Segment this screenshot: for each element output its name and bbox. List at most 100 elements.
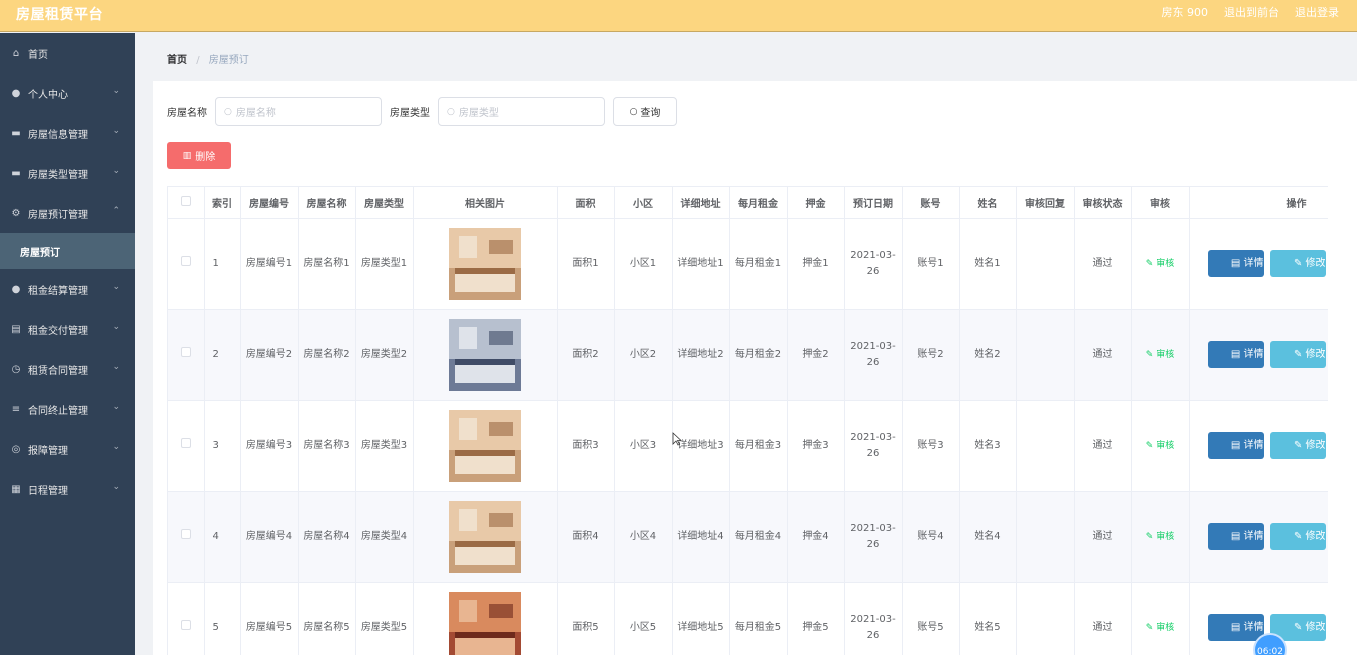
audit-link[interactable]: ✎ 审核 bbox=[1146, 532, 1174, 542]
sidebar-item-rent-pay[interactable]: ▤ 租金交付管理 ⌄ bbox=[0, 309, 135, 349]
sidebar-item-rent-settle[interactable]: ● 租金结算管理 ⌄ bbox=[0, 269, 135, 309]
audit-link[interactable]: ✎ 审核 bbox=[1146, 441, 1174, 451]
edit-button[interactable]: ✎ 修改 bbox=[1269, 341, 1326, 368]
select-all-checkbox-cell[interactable] bbox=[168, 187, 205, 219]
house-area: 面积3 bbox=[557, 400, 615, 492]
query-button-label: 查询 bbox=[640, 108, 661, 119]
house-photo[interactable] bbox=[449, 227, 521, 300]
sidebar-item-fault[interactable]: ◎ 报障管理 ⌄ bbox=[0, 429, 135, 469]
sidebar-item-contract-end[interactable]: ≡ 合同终止管理 ⌄ bbox=[0, 389, 135, 429]
delete-button[interactable]: ▥ 删除 bbox=[167, 142, 231, 169]
main-area: 首页 / 房屋预订 房屋名称 ○ 房屋名称 房屋类型 ○ 房屋类型 ○ 查询 ▥… bbox=[135, 33, 1357, 655]
house-name: 房屋名称5 bbox=[298, 582, 356, 655]
house-photo[interactable] bbox=[449, 591, 521, 655]
app-title: 房屋租赁平台 bbox=[16, 7, 103, 23]
sidebar-item-home[interactable]: ⌂ 首页 bbox=[0, 33, 135, 73]
house-name-input[interactable]: ○ 房屋名称 bbox=[215, 97, 382, 126]
house-photo[interactable] bbox=[449, 318, 521, 391]
row-checkbox[interactable] bbox=[180, 255, 191, 266]
audit-reply bbox=[1016, 400, 1075, 492]
chevron-down-icon: ⌄ bbox=[112, 442, 120, 452]
booking-date: 2021-03-26 bbox=[844, 491, 903, 583]
detail-button-label: 详情 bbox=[1243, 531, 1264, 542]
photo-cell bbox=[413, 582, 558, 655]
table-row[interactable]: 5 房屋编号5 房屋名称5 房屋类型5 面积5 小区5 详细地址5 每月租金5 押金5 2021-… bbox=[168, 582, 1328, 655]
house-code: 房屋编号1 bbox=[240, 218, 299, 310]
document-icon: ▤ bbox=[1230, 440, 1244, 451]
column-header: 审核 bbox=[1131, 187, 1190, 219]
back-to-front-link[interactable]: 退出到前台 bbox=[1224, 4, 1279, 20]
table-row[interactable]: 2 房屋编号2 房屋名称2 房屋类型2 面积2 小区2 详细地址2 每月租金2 押金2 2021-… bbox=[168, 309, 1328, 401]
sidebar-item-label: 房屋预订管理 bbox=[28, 209, 88, 221]
table-row[interactable]: 4 房屋编号4 房屋名称4 房屋类型4 面积4 小区4 详细地址4 每月租金4 押金4 2021-… bbox=[168, 491, 1328, 583]
column-header: 操作 bbox=[1189, 187, 1328, 219]
document-icon: ▤ bbox=[1230, 258, 1244, 269]
house-type-input[interactable]: ○ 房屋类型 bbox=[438, 97, 605, 126]
edit-button[interactable]: ✎ 修改 bbox=[1269, 523, 1326, 550]
house-photo[interactable] bbox=[449, 409, 521, 482]
table-row[interactable]: 3 房屋编号3 房屋名称3 房屋类型3 面积3 小区3 详细地址3 每月租金3 押金3 2021-… bbox=[168, 400, 1328, 492]
detail-button[interactable]: ▤ 详情 bbox=[1207, 523, 1264, 550]
row-checkbox-cell[interactable] bbox=[168, 491, 205, 583]
row-checkbox[interactable] bbox=[180, 437, 191, 448]
table-row[interactable]: 1 房屋编号1 房屋名称1 房屋类型1 面积1 小区1 详细地址1 每月租金1 押金1 2021-… bbox=[168, 218, 1328, 310]
chevron-down-icon: ⌄ bbox=[112, 282, 120, 292]
breadcrumb-home[interactable]: 首页 bbox=[167, 55, 187, 66]
column-header: 房屋名称 bbox=[298, 187, 356, 219]
audit-link[interactable]: ✎ 审核 bbox=[1146, 623, 1174, 633]
sidebar-item-house-info[interactable]: ▬ 房屋信息管理 ⌄ bbox=[0, 113, 135, 153]
account: 账号4 bbox=[902, 491, 960, 583]
edit-button-label: 修改 bbox=[1305, 258, 1326, 269]
audit-status: 通过 bbox=[1074, 218, 1132, 310]
row-checkbox-cell[interactable] bbox=[168, 309, 205, 401]
house-name: 房屋名称2 bbox=[298, 309, 356, 401]
address: 详细地址1 bbox=[672, 218, 730, 310]
community: 小区2 bbox=[614, 309, 673, 401]
audit-link[interactable]: ✎ 审核 bbox=[1146, 259, 1174, 269]
deposit: 押金1 bbox=[787, 218, 845, 310]
edit-button-label: 修改 bbox=[1305, 440, 1326, 451]
row-checkbox-cell[interactable] bbox=[168, 218, 205, 310]
query-button[interactable]: ○ 查询 bbox=[613, 97, 677, 126]
row-checkbox[interactable] bbox=[180, 619, 191, 630]
detail-button[interactable]: ▤ 详情 bbox=[1207, 250, 1264, 277]
edit-button-label: 修改 bbox=[1305, 531, 1326, 542]
house-photo[interactable] bbox=[449, 500, 521, 573]
mouse-cursor-icon bbox=[672, 432, 683, 446]
photo-cell bbox=[413, 218, 558, 310]
detail-button[interactable]: ▤ 详情 bbox=[1207, 614, 1264, 641]
account: 账号2 bbox=[902, 309, 960, 401]
sidebar-subitem-booking[interactable]: 房屋预订 bbox=[0, 233, 135, 269]
sidebar-item-contract[interactable]: ◷ 租赁合同管理 ⌄ bbox=[0, 349, 135, 389]
row-checkbox[interactable] bbox=[180, 528, 191, 539]
audit-reply bbox=[1016, 218, 1075, 310]
edit-button[interactable]: ✎ 修改 bbox=[1269, 432, 1326, 459]
booking-date: 2021-03-26 bbox=[844, 309, 903, 401]
house-code: 房屋编号4 bbox=[240, 491, 299, 583]
detail-button[interactable]: ▤ 详情 bbox=[1207, 432, 1264, 459]
sidebar-item-schedule[interactable]: ▦ 日程管理 ⌄ bbox=[0, 469, 135, 509]
home-icon: ⌂ bbox=[12, 47, 20, 59]
sidebar-item-house-type[interactable]: ▬ 房屋类型管理 ⌄ bbox=[0, 153, 135, 193]
house-area: 面积2 bbox=[557, 309, 615, 401]
sidebar-item-booking[interactable]: ⚙ 房屋预订管理 ⌃ bbox=[0, 193, 135, 233]
column-header: 房屋编号 bbox=[240, 187, 299, 219]
column-header: 索引 bbox=[204, 187, 241, 219]
document-icon: ▤ bbox=[1230, 622, 1244, 633]
address: 详细地址2 bbox=[672, 309, 730, 401]
edit-icon: ✎ bbox=[1145, 440, 1157, 451]
edit-icon: ✎ bbox=[1145, 531, 1157, 542]
logout-link[interactable]: 退出登录 bbox=[1295, 4, 1339, 20]
audit-status: 通过 bbox=[1074, 309, 1132, 401]
row-checkbox-cell[interactable] bbox=[168, 582, 205, 655]
audit-link[interactable]: ✎ 审核 bbox=[1146, 350, 1174, 360]
house-type: 房屋类型1 bbox=[355, 218, 414, 310]
gear-icon: ⚙ bbox=[11, 207, 21, 219]
edit-button[interactable]: ✎ 修改 bbox=[1269, 250, 1326, 277]
detail-button[interactable]: ▤ 详情 bbox=[1207, 341, 1264, 368]
row-checkbox[interactable] bbox=[180, 346, 191, 357]
sidebar-item-profile[interactable]: ● 个人中心 ⌄ bbox=[0, 73, 135, 113]
row-checkbox-cell[interactable] bbox=[168, 400, 205, 492]
breadcrumb-current: 房屋预订 bbox=[208, 55, 249, 66]
select-all-checkbox[interactable] bbox=[180, 195, 191, 206]
